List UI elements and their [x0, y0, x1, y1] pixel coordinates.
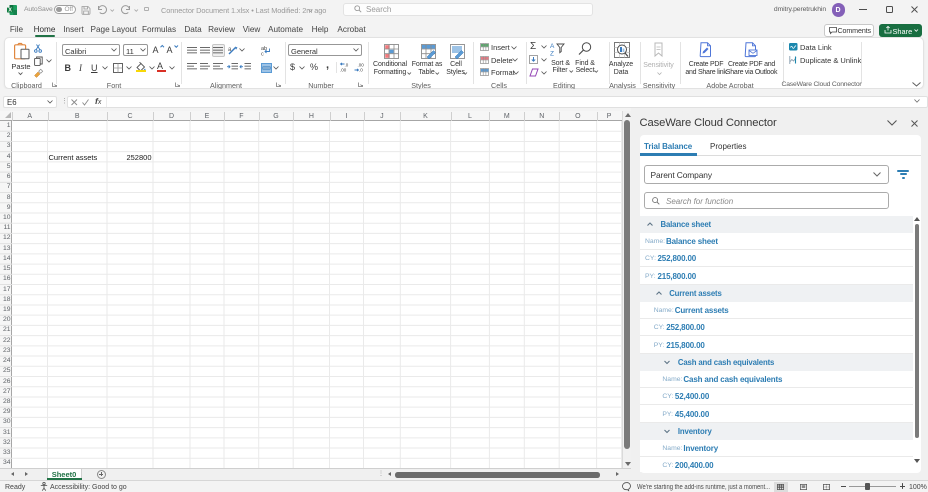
svg-text:c: c — [261, 51, 264, 57]
svg-text:A: A — [550, 43, 555, 50]
svg-text:.0: .0 — [359, 68, 363, 73]
svg-text:Z: Z — [550, 51, 554, 58]
svg-text:.00: .00 — [340, 68, 347, 73]
svg-text:X: X — [8, 8, 12, 14]
